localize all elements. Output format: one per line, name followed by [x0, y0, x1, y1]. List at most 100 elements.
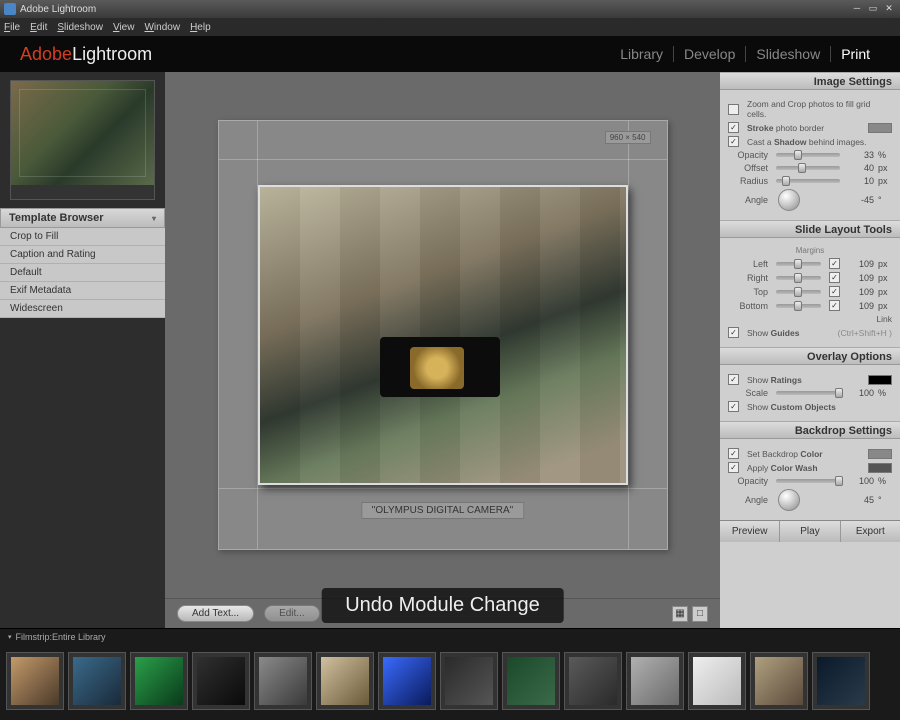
- close-button[interactable]: ✕: [882, 3, 896, 15]
- shadow-checkbox[interactable]: [728, 136, 739, 147]
- ratings-scale-slider[interactable]: [776, 391, 840, 395]
- backdrop-color-checkbox[interactable]: [728, 448, 739, 459]
- template-item[interactable]: Default: [0, 264, 165, 282]
- guide-line: [219, 488, 667, 489]
- margin-top-slider[interactable]: [776, 290, 821, 294]
- filmstrip-thumb[interactable]: [440, 652, 498, 710]
- offset-slider[interactable]: [776, 166, 840, 170]
- margin-top-checkbox[interactable]: [829, 286, 840, 297]
- radius-slider[interactable]: [776, 179, 840, 183]
- filmstrip-thumb[interactable]: [564, 652, 622, 710]
- show-ratings-label: Show Ratings: [747, 375, 802, 385]
- ratings-color-swatch[interactable]: [868, 375, 892, 385]
- margin-bottom-checkbox[interactable]: [829, 300, 840, 311]
- right-action-bar: Preview Play Export: [720, 520, 900, 542]
- stroke-checkbox[interactable]: [728, 122, 739, 133]
- slide-frame[interactable]: 960 × 540 "OLYMPUS DIGITAL CAMERA": [218, 120, 668, 550]
- filmstrip-thumb[interactable]: [6, 652, 64, 710]
- guide-line: [219, 159, 667, 160]
- single-view-button[interactable]: □: [692, 606, 708, 622]
- image-settings-header[interactable]: Image Settings: [720, 72, 900, 90]
- template-list: Crop to Fill Caption and Rating Default …: [0, 228, 165, 318]
- menu-slideshow[interactable]: Slideshow: [57, 22, 103, 33]
- filmstrip-thumb[interactable]: [626, 652, 684, 710]
- template-item[interactable]: Caption and Rating: [0, 246, 165, 264]
- menu-view[interactable]: View: [113, 22, 135, 33]
- margin-left-slider[interactable]: [776, 262, 821, 266]
- backdrop-color-label: Set Backdrop Color: [747, 449, 823, 459]
- stroke-color-swatch[interactable]: [868, 123, 892, 133]
- shadow-label: Cast a Shadow behind images.: [747, 137, 867, 147]
- maximize-button[interactable]: ▭: [866, 3, 880, 15]
- logo-product: Lightroom: [72, 44, 152, 64]
- margin-right-checkbox[interactable]: [829, 272, 840, 283]
- menu-window[interactable]: Window: [144, 22, 180, 33]
- angle-dial[interactable]: [778, 189, 800, 211]
- filmstrip-thumb[interactable]: [502, 652, 560, 710]
- offset-value: 40: [848, 163, 874, 173]
- backdrop-opacity-slider[interactable]: [776, 479, 840, 483]
- export-button[interactable]: Export: [840, 521, 900, 542]
- chevron-down-icon: ▾: [152, 214, 156, 223]
- opacity-value: 33: [848, 150, 874, 160]
- logo: AdobeLightroom: [20, 44, 152, 65]
- preview-button[interactable]: Preview: [720, 521, 779, 542]
- slide-caption[interactable]: "OLYMPUS DIGITAL CAMERA": [361, 502, 524, 519]
- edit-button[interactable]: Edit...: [264, 605, 320, 622]
- slide-photo[interactable]: [258, 185, 628, 485]
- opacity-slider[interactable]: [776, 153, 840, 157]
- chevron-down-icon: ▾: [8, 633, 12, 641]
- filmstrip-thumb[interactable]: [688, 652, 746, 710]
- template-browser-label: Template Browser: [9, 212, 104, 224]
- link-label[interactable]: Link: [876, 314, 892, 324]
- window-title: Adobe Lightroom: [20, 4, 96, 15]
- filmstrip-header[interactable]: ▾ Filmstrip: Entire Library: [0, 629, 900, 645]
- backdrop-color-swatch[interactable]: [868, 449, 892, 459]
- backdrop-header[interactable]: Backdrop Settings: [720, 421, 900, 439]
- overlay-header[interactable]: Overlay Options: [720, 347, 900, 365]
- canvas-area[interactable]: 960 × 540 "OLYMPUS DIGITAL CAMERA": [165, 72, 720, 598]
- margin-right-slider[interactable]: [776, 276, 821, 280]
- color-wash-swatch[interactable]: [868, 463, 892, 473]
- menu-file[interactable]: File: [4, 22, 20, 33]
- filmstrip-thumb[interactable]: [68, 652, 126, 710]
- show-custom-checkbox[interactable]: [728, 401, 739, 412]
- filmstrip-thumb[interactable]: [378, 652, 436, 710]
- template-item[interactable]: Exif Metadata: [0, 282, 165, 300]
- show-guides-checkbox[interactable]: [728, 327, 739, 338]
- add-text-button[interactable]: Add Text...: [177, 605, 254, 622]
- module-library[interactable]: Library: [610, 46, 673, 62]
- template-browser-header[interactable]: Template Browser ▾: [0, 208, 165, 228]
- layout-header[interactable]: Slide Layout Tools: [720, 220, 900, 238]
- stroke-label: Stroke photo border: [747, 123, 824, 133]
- backdrop-angle-dial[interactable]: [778, 489, 800, 511]
- module-print[interactable]: Print: [830, 46, 880, 62]
- template-item[interactable]: Crop to Fill: [0, 228, 165, 246]
- filmstrip-thumb[interactable]: [316, 652, 374, 710]
- margin-left-checkbox[interactable]: [829, 258, 840, 269]
- filmstrip-thumb[interactable]: [130, 652, 188, 710]
- margin-bottom-slider[interactable]: [776, 304, 821, 308]
- menu-help[interactable]: Help: [190, 22, 211, 33]
- filmstrip-thumb[interactable]: [750, 652, 808, 710]
- grid-view-button[interactable]: ▦: [672, 606, 688, 622]
- filmstrip-thumb[interactable]: [254, 652, 312, 710]
- minimize-button[interactable]: ─: [850, 3, 864, 15]
- module-slideshow[interactable]: Slideshow: [745, 46, 830, 62]
- preview-thumbnail[interactable]: [10, 80, 155, 200]
- zoom-crop-label: Zoom and Crop photos to fill grid cells.: [747, 99, 892, 119]
- template-item[interactable]: Widescreen: [0, 300, 165, 318]
- filmstrip-thumb[interactable]: [812, 652, 870, 710]
- filmstrip-thumb[interactable]: [192, 652, 250, 710]
- show-custom-label: Show Custom Objects: [747, 402, 836, 412]
- canvas-toolbar: Add Text... Edit... ▦ □: [165, 598, 720, 628]
- color-wash-checkbox[interactable]: [728, 462, 739, 473]
- play-button[interactable]: Play: [779, 521, 839, 542]
- module-develop[interactable]: Develop: [673, 46, 745, 62]
- right-panel: Image Settings Zoom and Crop photos to f…: [720, 72, 900, 628]
- radius-value: 10: [848, 176, 874, 186]
- show-ratings-checkbox[interactable]: [728, 374, 739, 385]
- filmstrip-row[interactable]: [0, 645, 900, 717]
- zoom-crop-checkbox[interactable]: [728, 104, 739, 115]
- menu-edit[interactable]: Edit: [30, 22, 47, 33]
